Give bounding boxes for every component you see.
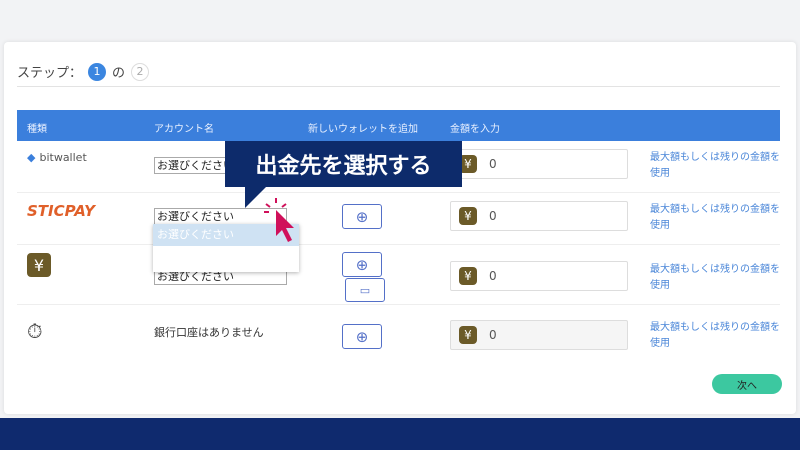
wallet-icon-button[interactable]: ▭: [345, 278, 385, 302]
add-wallet-button[interactable]: ⊕: [342, 324, 382, 349]
step-indicator: ステップ： 1 の 2: [17, 62, 150, 81]
yen-wallet-logo: ¥: [27, 253, 51, 277]
amount-input[interactable]: ¥0: [450, 320, 628, 350]
next-button[interactable]: 次へ: [712, 374, 782, 394]
divider: [17, 86, 780, 87]
table-header: 種類 アカウント名 新しいウォレットを追加 金額を入力: [17, 110, 780, 141]
yen-icon: ¥: [459, 267, 477, 285]
use-max-link[interactable]: 最大額もしくは残りの金額を使用: [650, 202, 780, 234]
step-total: 2: [131, 62, 150, 81]
use-max-link[interactable]: 最大額もしくは残りの金額を使用: [650, 262, 780, 294]
bank-icon: ⏱: [27, 319, 43, 343]
no-bank-text: 銀行口座はありません: [154, 326, 264, 339]
table-row: ¥ お選びください ⊕ ▭ ¥0 最大額もしくは残りの金額を使用: [17, 245, 780, 305]
sticpay-logo: STICPAY: [27, 202, 95, 220]
header-add-wallet: 新しいウォレットを追加: [308, 124, 418, 135]
table-row: STICPAY お選びください ⊕ ¥0 最大額もしくは残りの金額を使用: [17, 193, 780, 245]
header-type: 種類: [27, 124, 47, 135]
use-max-link[interactable]: 最大額もしくは残りの金額を使用: [650, 320, 780, 352]
bitwallet-logo: ◆ bitwallet: [27, 151, 87, 164]
amount-input[interactable]: ¥0: [450, 261, 628, 291]
step-current: 1: [88, 62, 107, 81]
steps-of: の: [112, 66, 126, 81]
use-max-link[interactable]: 最大額もしくは残りの金額を使用: [650, 150, 780, 182]
footer-bar: [0, 418, 800, 450]
add-wallet-button[interactable]: ⊕: [342, 204, 382, 229]
callout-banner: 出金先を選択する: [225, 141, 462, 187]
yen-icon: ¥: [459, 207, 477, 225]
yen-icon: ¥: [459, 326, 477, 344]
table-row: ⏱ 銀行口座はありません ⊕ ¥0 最大額もしくは残りの金額を使用: [17, 305, 780, 363]
header-account: アカウント名: [154, 124, 214, 135]
add-wallet-button[interactable]: ⊕: [342, 252, 382, 277]
cursor-click-icon: [264, 198, 294, 242]
header-amount: 金額を入力: [450, 124, 500, 135]
steps-label: ステップ：: [17, 66, 83, 81]
amount-input[interactable]: ¥0: [450, 201, 628, 231]
amount-input[interactable]: ¥0: [450, 149, 628, 179]
